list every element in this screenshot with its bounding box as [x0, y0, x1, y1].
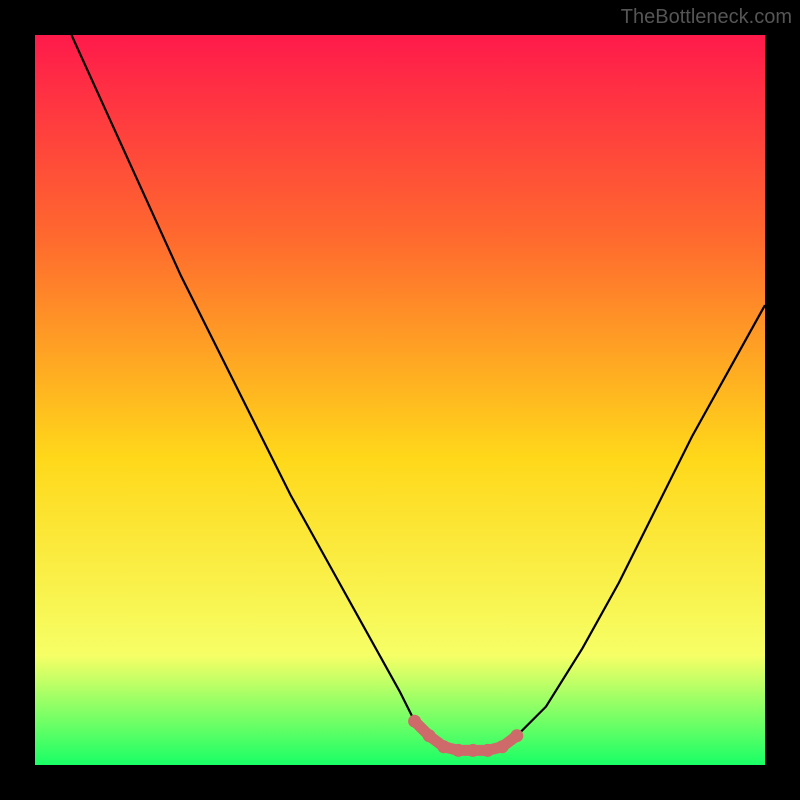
marker-dot: [510, 729, 523, 742]
marker-dot: [496, 740, 509, 753]
marker-dot: [437, 740, 450, 753]
gradient-background: [35, 35, 765, 765]
marker-dot: [423, 729, 436, 742]
chart-svg: [35, 35, 765, 765]
chart-frame: TheBottleneck.com: [0, 0, 800, 800]
plot-area: [35, 35, 765, 765]
attribution-label: TheBottleneck.com: [621, 6, 792, 29]
marker-dot: [408, 715, 421, 728]
marker-dot: [452, 744, 465, 757]
marker-dot: [481, 744, 494, 757]
marker-dot: [467, 744, 480, 757]
